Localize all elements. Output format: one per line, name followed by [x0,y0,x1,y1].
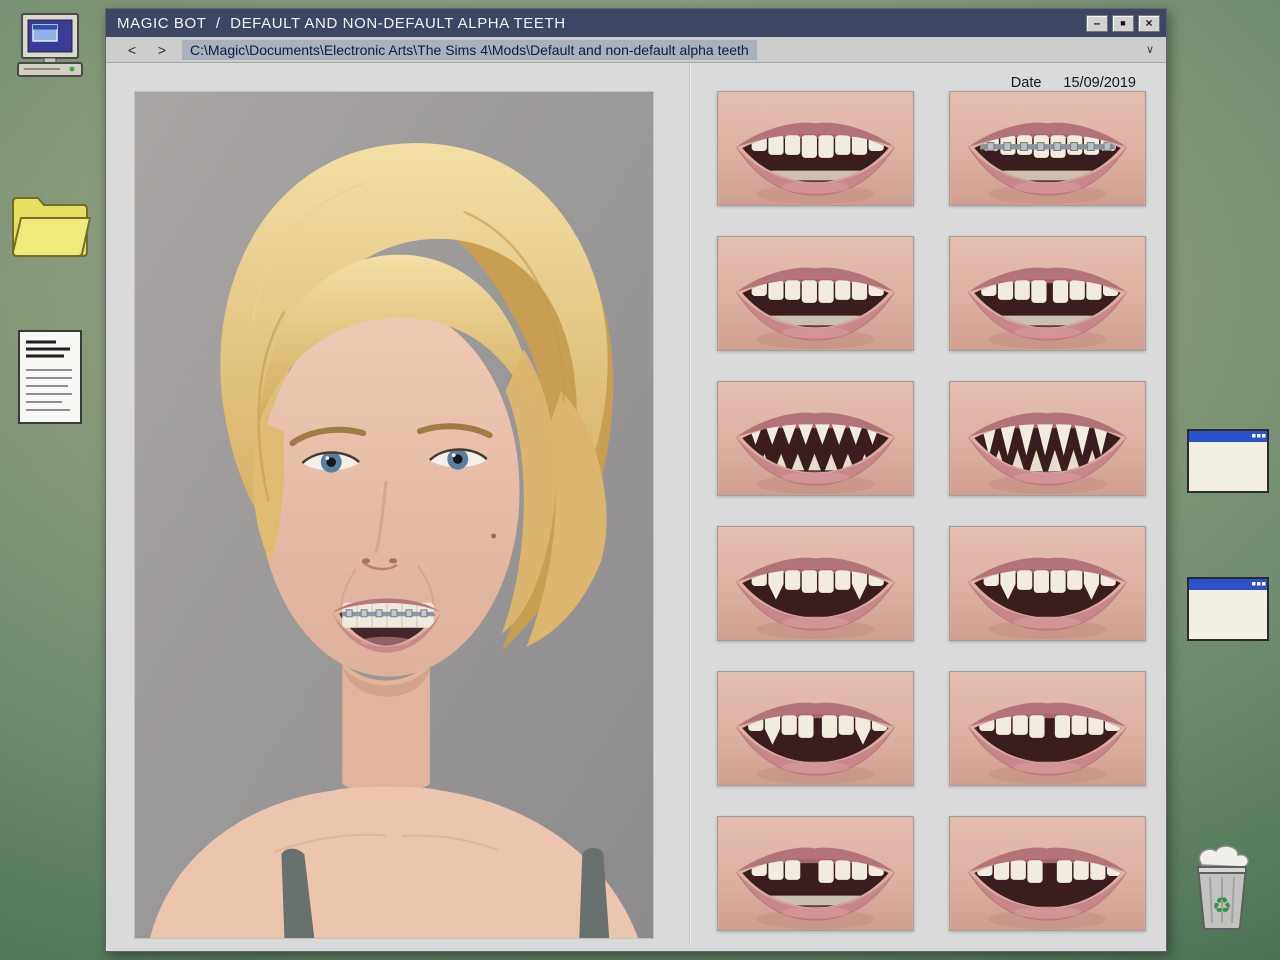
teeth-thumbnail-4-gap-small[interactable] [949,236,1146,351]
forward-button[interactable]: > [148,42,176,58]
address-path-input[interactable]: C:\Magic\Documents\Electronic Arts\The S… [182,40,757,60]
teeth-thumbnail-6-spikes[interactable] [949,381,1146,496]
teeth-thumbnail-1-default[interactable] [717,91,914,206]
mini-window-graphic [1186,576,1270,644]
notepad-graphic [14,328,86,426]
teeth-thumbnail-9-fangs-gap[interactable] [717,671,914,786]
my-computer-icon[interactable] [14,12,90,80]
folder-icon[interactable] [8,188,92,262]
address-bar: < > C:\Magic\Documents\Electronic Arts\T… [106,37,1166,63]
mini-window-icon-1[interactable] [1186,428,1270,496]
portrait-graphic [135,92,653,938]
teeth-thumbnail-11-missing[interactable] [717,816,914,931]
my-computer-graphic [14,12,90,80]
window-content: Date 15/09/2019 [106,63,1166,951]
notepad-icon[interactable] [14,328,86,426]
sim-portrait-image [134,91,654,939]
window-title: MAGIC BOT / DEFAULT AND NON-DEFAULT ALPH… [117,15,1086,32]
teeth-grid [717,91,1146,931]
mini-window-graphic [1186,428,1270,496]
close-button[interactable]: × [1138,15,1160,32]
back-button[interactable]: < [118,42,146,58]
svg-text:♻: ♻ [1212,894,1232,919]
teeth-thumbnail-12-gap-wide[interactable] [949,816,1146,931]
teeth-thumbnail-5-jagged[interactable] [717,381,914,496]
address-dropdown-icon[interactable]: ∨ [1146,43,1154,56]
teeth-thumbnail-8-fangs[interactable] [949,526,1146,641]
teeth-thumbnail-3-default[interactable] [717,236,914,351]
date-value: 15/09/2019 [1063,75,1136,91]
window-controls: – ■ × [1086,15,1160,32]
teeth-thumbnail-7-fangs[interactable] [717,526,914,641]
window-titlebar[interactable]: MAGIC BOT / DEFAULT AND NON-DEFAULT ALPH… [106,9,1166,37]
folder-graphic [8,188,92,262]
teeth-thumbnail-10-gap[interactable] [949,671,1146,786]
maximize-button[interactable]: ■ [1112,15,1134,32]
date-label: Date [1011,75,1042,91]
file-browser-window: MAGIC BOT / DEFAULT AND NON-DEFAULT ALPH… [105,8,1167,952]
mini-window-icon-2[interactable] [1186,576,1270,644]
teeth-thumbnail-2-braces[interactable] [949,91,1146,206]
minimize-button[interactable]: – [1086,15,1108,32]
recycle-bin-graphic: ♻ [1186,843,1258,931]
date-row: Date 15/09/2019 [1011,75,1136,91]
recycle-bin-icon[interactable]: ♻ [1186,843,1258,931]
panel-divider [689,63,690,943]
